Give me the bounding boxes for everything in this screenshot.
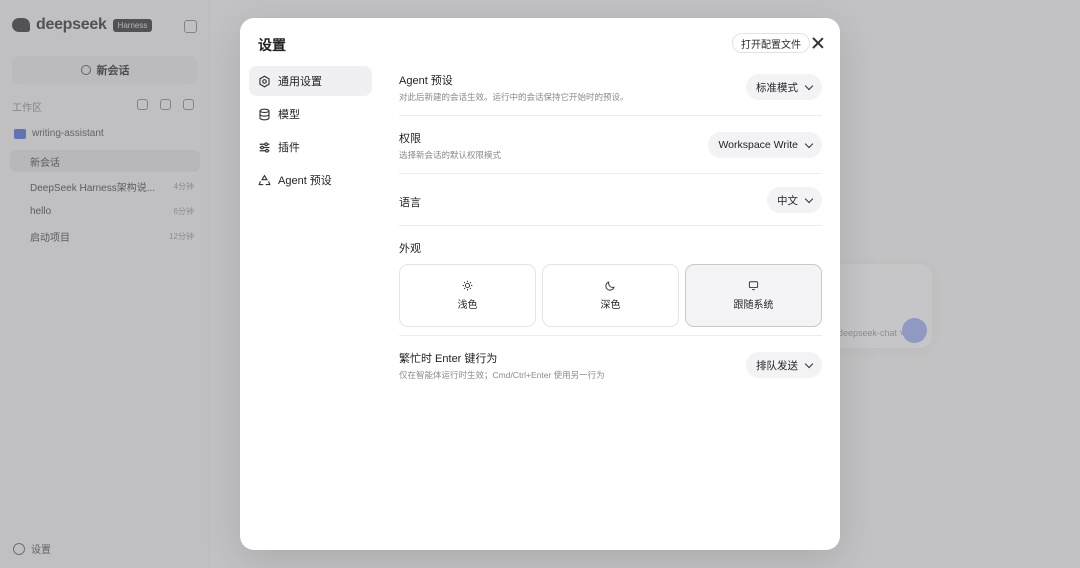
- nav-label: Agent 预设: [278, 175, 332, 187]
- chevron-down-icon: [804, 359, 814, 368]
- chevron-down-icon: [804, 194, 814, 203]
- theme-light-option[interactable]: 浅色: [399, 264, 536, 327]
- setting-language: 语言 中文: [399, 174, 822, 226]
- theme-label: 浅色: [457, 300, 478, 311]
- recycle-icon: [258, 174, 271, 187]
- dropdown-value: 排队发送: [756, 359, 798, 372]
- theme-label: 深色: [600, 300, 621, 311]
- monitor-icon: [748, 281, 759, 291]
- language-dropdown[interactable]: 中文: [767, 187, 822, 213]
- dropdown-value: Workspace Write: [718, 139, 798, 151]
- chevron-down-icon: [804, 139, 814, 148]
- permission-dropdown[interactable]: Workspace Write: [708, 132, 822, 158]
- setting-permission: 权限 选择新会话的默认权限模式 Workspace Write: [399, 116, 822, 174]
- moon-icon: [605, 281, 615, 291]
- nav-item-plugins[interactable]: 插件: [249, 132, 372, 162]
- theme-system-option[interactable]: 跟随系统: [685, 264, 822, 327]
- nav-label: 插件: [278, 142, 300, 154]
- settings-content: Agent 预设 对此后新建的会话生效。运行中的会话保持它开始时的预设。 标准模…: [399, 66, 822, 396]
- nav-item-general[interactable]: 通用设置: [249, 66, 372, 96]
- chevron-down-icon: [804, 81, 814, 90]
- theme-dark-option[interactable]: 深色: [542, 264, 679, 327]
- open-config-file-button[interactable]: 打开配置文件: [732, 33, 810, 53]
- nav-item-models[interactable]: 模型: [249, 99, 372, 129]
- nav-item-agent-presets[interactable]: Agent 预设: [249, 165, 372, 195]
- setting-busy-enter: 繁忙时 Enter 键行为 仅在智能体运行时生效；Cmd/Ctrl+Enter …: [399, 336, 822, 396]
- busy-enter-dropdown[interactable]: 排队发送: [746, 352, 822, 378]
- theme-options: 浅色 深色 跟随系统: [399, 264, 822, 327]
- sun-icon: [462, 280, 473, 291]
- agent-preset-dropdown[interactable]: 标准模式: [746, 74, 822, 100]
- sliders-icon: [258, 141, 271, 154]
- theme-label: 跟随系统: [733, 300, 774, 311]
- dropdown-value: 中文: [777, 194, 798, 207]
- dropdown-value: 标准模式: [756, 81, 798, 94]
- database-icon: [258, 108, 271, 121]
- setting-appearance: 外观 浅色 深色 跟随系统: [399, 226, 822, 336]
- nav-label: 模型: [278, 109, 300, 121]
- nav-label: 通用设置: [278, 76, 322, 88]
- dialog-title: 设置: [258, 37, 286, 53]
- setting-title: 外观: [399, 243, 421, 255]
- setting-agent-preset: Agent 预设 对此后新建的会话生效。运行中的会话保持它开始时的预设。 标准模…: [399, 66, 822, 116]
- gear-icon: [258, 75, 271, 88]
- setting-title: 语言: [399, 197, 421, 209]
- settings-dialog: 设置 打开配置文件 通用设置 模型 插件 Agent 预设 Agent 预设 对…: [240, 18, 840, 550]
- settings-nav: 通用设置 模型 插件 Agent 预设: [249, 66, 372, 198]
- close-icon[interactable]: [811, 36, 825, 50]
